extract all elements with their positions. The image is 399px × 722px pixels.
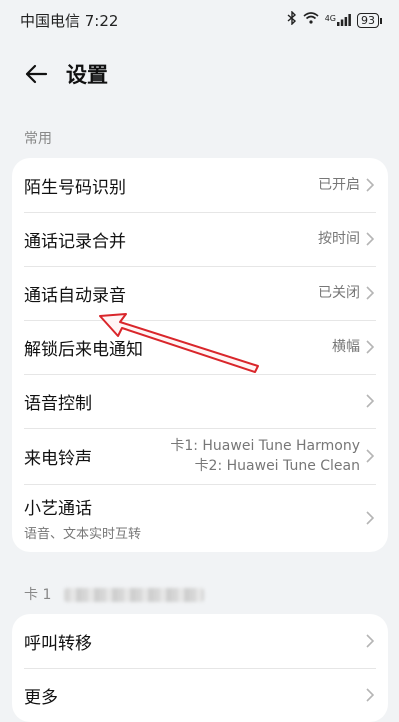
- bluetooth-icon: [287, 10, 297, 29]
- chevron-right-icon: [366, 687, 376, 703]
- ringtone-sim1: 卡1: Huawei Tune Harmony: [170, 438, 360, 454]
- setting-label: 语音控制: [24, 393, 92, 414]
- section-label-common: 常用: [24, 131, 52, 147]
- chevron-right-icon: [366, 633, 376, 649]
- setting-call-forwarding[interactable]: 呼叫转移: [12, 614, 388, 668]
- carrier-time: 中国电信 7:22: [20, 11, 119, 30]
- setting-label: 来电铃声: [24, 448, 92, 469]
- setting-label: 小艺通话: [24, 499, 92, 519]
- setting-value: 已开启: [318, 177, 360, 193]
- settings-card-common: 陌生号码识别 已开启 通话记录合并 按时间 通话自动录音 已关闭 解锁后来电通知…: [12, 158, 388, 552]
- setting-unlock-call-notification[interactable]: 解锁后来电通知 横幅: [12, 320, 388, 374]
- setting-label: 通话记录合并: [24, 231, 126, 252]
- chevron-right-icon: [366, 339, 376, 355]
- back-arrow-icon: [25, 64, 48, 84]
- page-title: 设置: [66, 63, 108, 87]
- setting-label: 解锁后来电通知: [24, 339, 143, 360]
- settings-card-sim1: 呼叫转移 更多: [12, 614, 388, 722]
- setting-xiaoyi-call[interactable]: 小艺通话 语音、文本实时互转: [12, 484, 388, 552]
- chevron-right-icon: [366, 510, 376, 526]
- setting-auto-call-recording[interactable]: 通话自动录音 已关闭: [12, 266, 388, 320]
- status-bar: 中国电信 7:22 4G 93: [0, 0, 399, 40]
- chevron-right-icon: [366, 393, 376, 409]
- setting-value: 按时间: [318, 231, 360, 247]
- setting-value: 已关闭: [318, 285, 360, 301]
- setting-value: 横幅: [332, 339, 360, 355]
- setting-text-block: 小艺通话 语音、文本实时互转: [24, 494, 366, 542]
- setting-more[interactable]: 更多: [12, 668, 388, 722]
- wifi-icon: [303, 12, 319, 28]
- status-icons: 4G 93: [287, 10, 382, 29]
- redacted-phone-number: [63, 588, 204, 602]
- setting-ringtone[interactable]: 来电铃声 卡1: Huawei Tune Harmony 卡2: Huawei …: [12, 428, 388, 484]
- ringtone-sim2: 卡2: Huawei Tune Clean: [194, 458, 360, 474]
- signal-icon: 4G: [325, 14, 351, 26]
- chevron-right-icon: [366, 177, 376, 193]
- chevron-right-icon: [366, 231, 376, 247]
- section-label-card1: 卡 1: [24, 584, 204, 604]
- setting-call-log-merge[interactable]: 通话记录合并 按时间: [12, 212, 388, 266]
- network-type: 4G: [324, 14, 336, 23]
- setting-label: 呼叫转移: [24, 633, 92, 654]
- card1-label: 卡 1: [24, 587, 52, 603]
- setting-voice-control[interactable]: 语音控制: [12, 374, 388, 428]
- setting-label: 通话自动录音: [24, 285, 126, 306]
- battery-indicator: 93: [357, 12, 382, 28]
- setting-label: 更多: [24, 687, 58, 708]
- setting-value: 卡1: Huawei Tune Harmony 卡2: Huawei Tune …: [170, 436, 360, 476]
- chevron-right-icon: [366, 285, 376, 301]
- chevron-right-icon: [366, 448, 376, 464]
- page-header: 设置: [0, 52, 399, 96]
- setting-label: 陌生号码识别: [24, 177, 126, 198]
- setting-unknown-number-id[interactable]: 陌生号码识别 已开启: [12, 158, 388, 212]
- back-button[interactable]: [16, 54, 56, 94]
- setting-subtitle: 语音、文本实时互转: [24, 527, 142, 542]
